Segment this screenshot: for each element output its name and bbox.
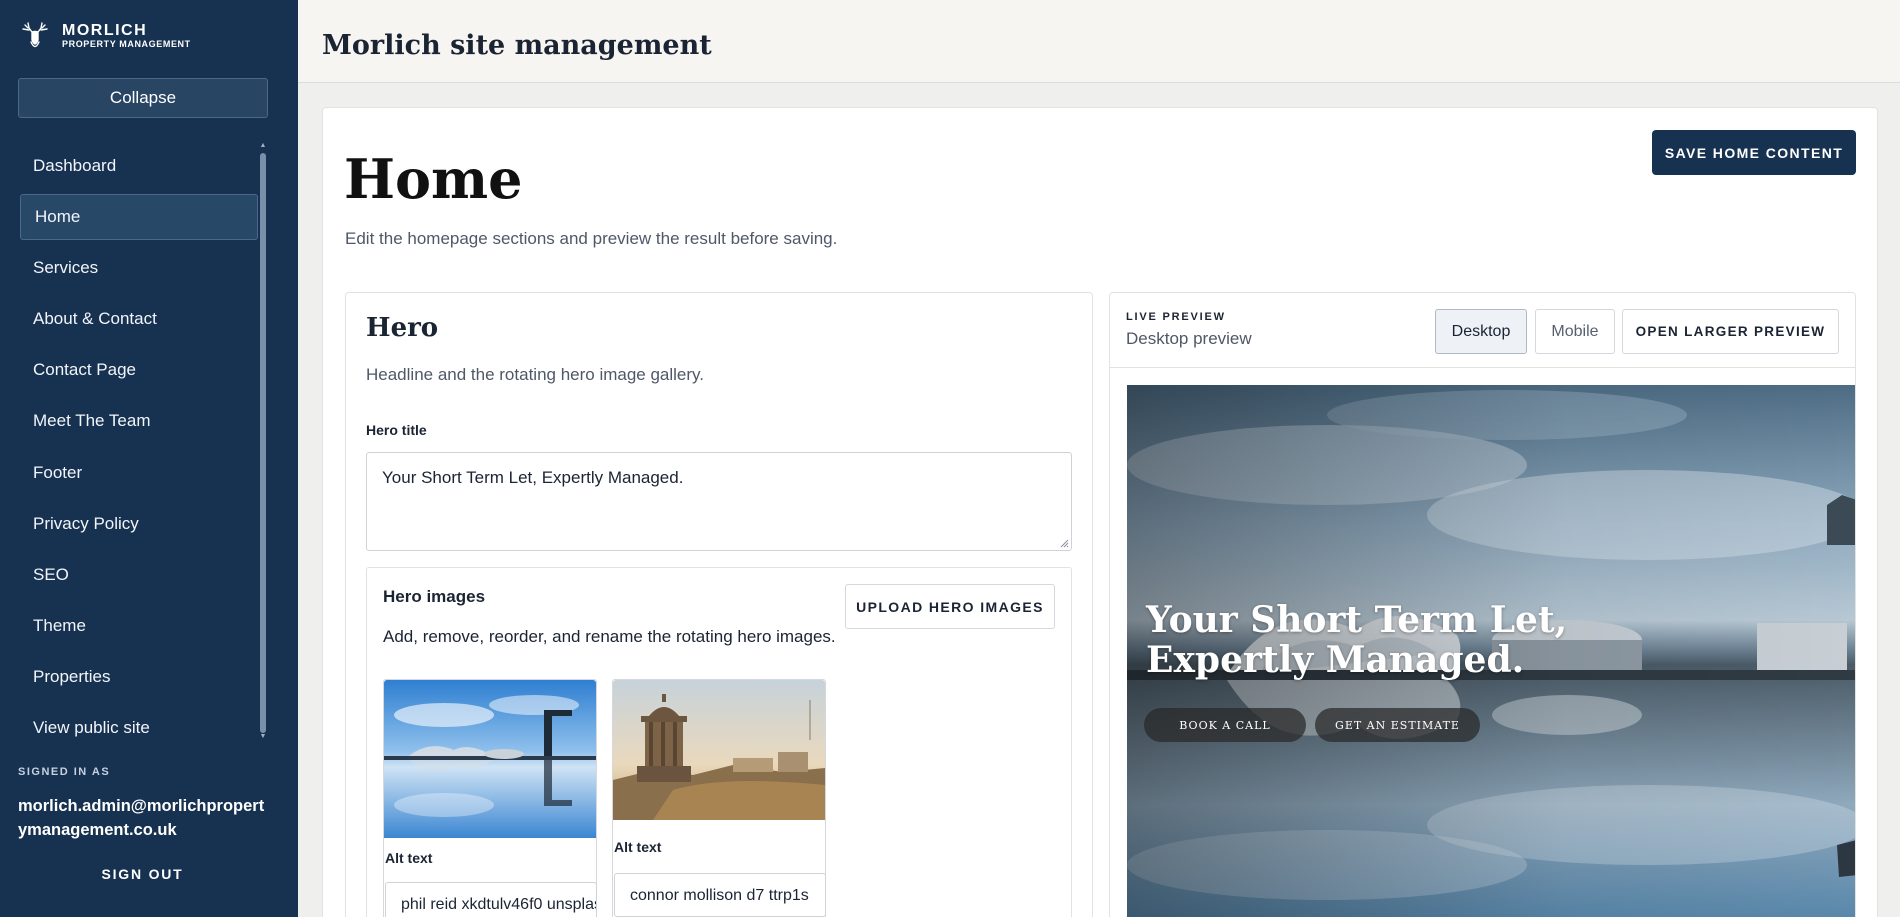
signed-in-label: SIGNED IN AS xyxy=(18,766,111,778)
upload-hero-images-button[interactable]: UPLOAD HERO IMAGES xyxy=(845,584,1055,629)
sidebar-item-services[interactable]: Services xyxy=(18,242,258,293)
sidebar-item-footer[interactable]: Footer xyxy=(18,447,258,498)
hero-title-label: Hero title xyxy=(366,422,427,438)
stag-logo-icon xyxy=(22,22,48,48)
sidebar-item-about-contact[interactable]: About & Contact xyxy=(18,293,258,344)
preview-book-call-button[interactable]: BOOK A CALL xyxy=(1144,708,1306,742)
scrollbar-thumb[interactable] xyxy=(260,153,266,733)
sidebar: MORLICH PROPERTY MANAGEMENT Collapse Das… xyxy=(0,0,298,917)
brand-name: MORLICH xyxy=(62,22,148,39)
sidebar-scrollbar[interactable]: ▲ ▼ xyxy=(259,142,267,740)
hero-image-thumbnail[interactable] xyxy=(613,680,825,820)
glasgow-river-image xyxy=(384,680,596,838)
hero-section-description: Headline and the rotating hero image gal… xyxy=(366,365,705,384)
preview-header: LIVE PREVIEW Desktop preview Desktop Mob… xyxy=(1110,293,1855,368)
mobile-preview-button[interactable]: Mobile xyxy=(1535,309,1615,354)
sidebar-item-view-public-site[interactable]: View public site xyxy=(18,703,258,754)
brand-subtitle: PROPERTY MANAGEMENT xyxy=(62,39,191,49)
alt-text-input[interactable]: connor mollison d7 ttrp1s xyxy=(614,873,826,917)
page-description: Edit the homepage sections and preview t… xyxy=(345,229,838,248)
sidebar-item-dashboard[interactable]: Dashboard xyxy=(18,140,258,191)
brand[interactable]: MORLICH PROPERTY MANAGEMENT xyxy=(20,20,191,52)
preview-hero-headline: Your Short Term Let, Expertly Managed. xyxy=(1146,599,1568,681)
preview-get-estimate-button[interactable]: GET AN ESTIMATE xyxy=(1315,708,1480,742)
open-larger-preview-button[interactable]: OPEN LARGER PREVIEW xyxy=(1622,309,1839,354)
sidebar-item-seo[interactable]: SEO xyxy=(18,549,258,600)
live-preview-panel: LIVE PREVIEW Desktop preview Desktop Mob… xyxy=(1109,292,1856,917)
topbar: Morlich site management xyxy=(298,0,1900,83)
edinburgh-monument-image xyxy=(613,680,825,820)
hero-images-description: Add, remove, reorder, and rename the rot… xyxy=(383,627,836,646)
collapse-button[interactable]: Collapse xyxy=(18,78,268,118)
preview-frame: Your Short Term Let, Expertly Managed. B… xyxy=(1127,385,1855,917)
page-title: Home xyxy=(344,147,523,211)
save-home-content-button[interactable]: SAVE HOME CONTENT xyxy=(1652,130,1856,175)
alt-text-input[interactable]: phil reid xkdtulv46f0 unsplash xyxy=(385,882,597,917)
scroll-up-icon[interactable]: ▲ xyxy=(259,142,267,149)
resize-handle-icon[interactable] xyxy=(1060,539,1069,548)
sidebar-item-privacy-policy[interactable]: Privacy Policy xyxy=(18,498,258,549)
alt-text-label: Alt text xyxy=(614,839,662,855)
sidebar-item-properties[interactable]: Properties xyxy=(18,652,258,703)
sidebar-item-theme[interactable]: Theme xyxy=(18,601,258,652)
scroll-down-icon[interactable]: ▼ xyxy=(259,733,267,740)
hero-image-card[interactable]: Alt text phil reid xkdtulv46f0 unsplash xyxy=(383,679,597,917)
alt-text-label: Alt text xyxy=(385,850,433,866)
sidebar-nav: Dashboard Home Services About & Contact … xyxy=(18,140,258,754)
sidebar-item-home[interactable]: Home xyxy=(20,194,258,241)
hero-images-title: Hero images xyxy=(383,587,486,606)
preview-mode-subtitle: Desktop preview xyxy=(1126,329,1252,348)
site-title: Morlich site management xyxy=(322,30,712,61)
sidebar-item-contact-page[interactable]: Contact Page xyxy=(18,345,258,396)
live-preview-label: LIVE PREVIEW xyxy=(1126,311,1226,323)
hero-image-thumbnail[interactable] xyxy=(384,680,596,838)
sign-out-button[interactable]: SIGN OUT xyxy=(0,866,285,882)
desktop-preview-button[interactable]: Desktop xyxy=(1435,309,1527,354)
hero-section-heading: Hero xyxy=(366,313,439,343)
sidebar-item-meet-the-team[interactable]: Meet The Team xyxy=(18,396,258,447)
hero-title-textarea[interactable]: Your Short Term Let, Expertly Managed. xyxy=(366,452,1072,551)
signed-in-email: morlich.admin@morlichpropertymanagement.… xyxy=(18,797,265,839)
hero-image-card[interactable]: Alt text connor mollison d7 ttrp1s xyxy=(612,679,826,917)
